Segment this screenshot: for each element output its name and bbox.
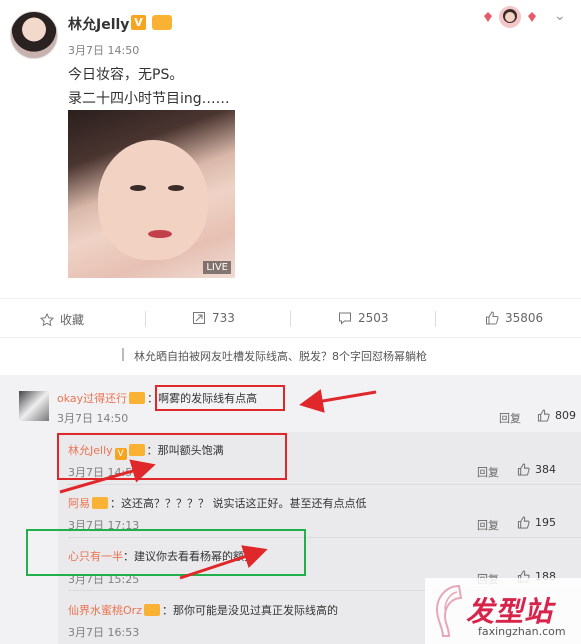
watermark-brand: 发型站	[466, 595, 554, 628]
live-badge: LIVE	[203, 261, 231, 274]
reply-item: 仙界水蜜桃Orz ：那你可能是没见过真正发际线高的	[68, 602, 338, 618]
thumbs-up-icon	[517, 463, 530, 476]
favorite-label: 收藏	[60, 313, 85, 327]
divider	[145, 311, 146, 327]
divider	[290, 311, 291, 327]
chevron-down-icon[interactable]: ⌄	[554, 8, 566, 24]
level-badge-icon	[152, 15, 172, 30]
photo-face	[98, 140, 208, 260]
weibo-post: 林允Jelly V 3月7日 14:50 今日妆容，无PS。 录二十四小时节目i…	[0, 0, 581, 300]
comment-time: 3月7日 14:50	[57, 412, 129, 425]
commenter-avatar[interactable]	[19, 391, 49, 421]
highlight-box-green	[26, 529, 306, 576]
comment-icon	[339, 312, 351, 325]
related-topic[interactable]: 林允晒自拍被网友吐槽发际线高、脱发？8个字回怼杨幂躺枪	[0, 338, 581, 373]
author-avatar[interactable]	[10, 11, 58, 59]
highlight-box-red	[155, 385, 285, 411]
post-text-line2: 录二十四小时节目ing……	[68, 91, 230, 107]
divider	[68, 484, 581, 485]
reply-button[interactable]: 回复	[477, 464, 499, 480]
comment-count: 2503	[358, 311, 389, 325]
verified-badge-icon: V	[131, 15, 146, 30]
watermark-url: faxingzhan.com	[478, 625, 566, 638]
reply-like-button[interactable]: 384	[517, 463, 556, 476]
photo-eye	[130, 185, 146, 191]
related-marker	[122, 348, 124, 361]
like-button[interactable]: 35806	[485, 311, 543, 325]
reply-username[interactable]: 仙界水蜜桃Orz	[68, 604, 142, 617]
like-count: 35806	[505, 311, 544, 325]
thumbs-up-icon	[537, 409, 550, 422]
post-action-bar: 收藏 733 2503 35806	[0, 298, 581, 338]
reply-button[interactable]: 回复	[477, 517, 499, 533]
repost-count: 733	[212, 311, 235, 325]
thumbs-up-icon	[517, 516, 530, 529]
reply-text: ：这还高？？？？？ 说实话这正好。甚至还有点点低	[110, 497, 367, 510]
comment-username[interactable]: okay过得还行	[57, 392, 127, 405]
level-badge-icon	[143, 604, 160, 616]
post-text-line1: 今日妆容，无PS。	[68, 67, 184, 83]
reply-like-button[interactable]: 195	[517, 516, 556, 529]
level-badge-icon	[129, 392, 146, 404]
author-name[interactable]: 林允Jelly	[68, 14, 129, 34]
comment-like-button[interactable]: 809	[537, 409, 576, 422]
comment-like-count: 809	[555, 409, 576, 422]
star-icon	[40, 312, 54, 326]
photo-lips	[148, 230, 172, 238]
thumbs-up-icon	[486, 311, 499, 325]
photo-eye	[168, 185, 184, 191]
repost-button[interactable]: 733	[192, 311, 235, 325]
divider	[435, 311, 436, 327]
post-time[interactable]: 3月7日 14:50	[68, 42, 139, 58]
post-photo[interactable]: LIVE	[68, 110, 235, 278]
repost-icon	[193, 312, 205, 324]
reply-item: 阿易 ：这还高？？？？？ 说实话这正好。甚至还有点点低	[68, 495, 367, 511]
decoration-icon	[484, 6, 536, 28]
reply-time: 3月7日 16:53	[68, 626, 140, 639]
reply-username[interactable]: 阿易	[68, 497, 90, 510]
level-badge-icon	[92, 497, 108, 509]
reply-like-count: 195	[535, 516, 556, 529]
related-topic-text[interactable]: 林允晒自拍被网友吐槽发际线高、脱发？8个字回怼杨幂躺枪	[134, 348, 427, 364]
reply-button[interactable]: 回复	[499, 410, 521, 426]
favorite-button[interactable]: 收藏	[40, 311, 84, 328]
highlight-box-red	[57, 433, 287, 480]
reply-like-count: 384	[535, 463, 556, 476]
comment-button[interactable]: 2503	[338, 311, 389, 325]
reply-text: ：那你可能是没见过真正发际线高的	[161, 604, 338, 617]
